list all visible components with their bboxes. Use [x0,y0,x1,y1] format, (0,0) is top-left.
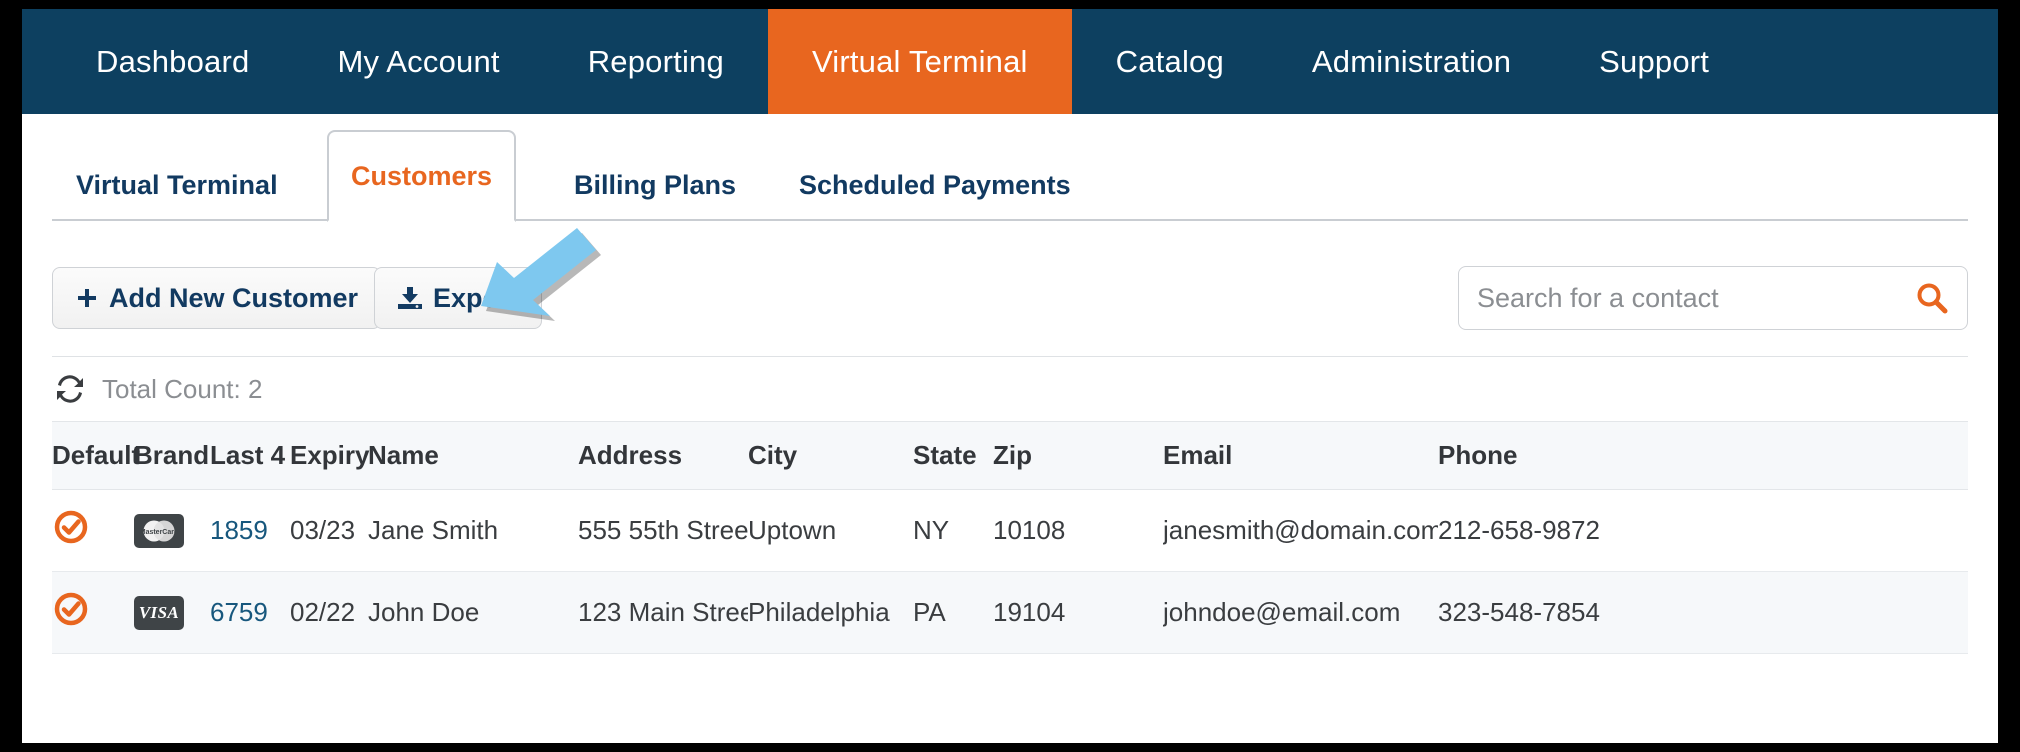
cell-phone: 323-548-7854 [1438,571,1968,654]
sub-tab-bar: Virtual Terminal Customers Billing Plans… [22,114,1998,321]
tab-customers[interactable]: Customers [327,130,517,222]
nav-item-label: Administration [1311,43,1512,79]
cell-city: Uptown [748,489,913,572]
cell-address: 555 55th Street [578,489,748,572]
add-new-customer-button[interactable]: Add New Customer [52,267,382,329]
table-header-row: Default Brand Last 4 Expiry Name Address… [52,421,1968,490]
cell-last4[interactable]: 6759 [210,571,290,654]
nav-item-label: Virtual Terminal [811,43,1028,79]
nav-item-label: My Account [337,43,500,79]
cell-default[interactable] [52,571,134,654]
search-icon[interactable] [1915,281,1949,315]
customers-table: Default Brand Last 4 Expiry Name Address… [52,421,1968,654]
export-button[interactable]: Export [374,267,542,329]
search-input[interactable] [1477,282,1905,314]
cell-city: Philadelphia [748,571,913,654]
table-header: Default Brand Last 4 Expiry Name Address… [52,421,1968,490]
column-header-default[interactable]: Default [52,421,140,490]
cell-address: 123 Main Street [578,571,748,654]
svg-text:MasterCard: MasterCard [140,529,179,536]
tab-scheduled-payments[interactable]: Scheduled Payments [777,149,1093,221]
nav-item-reporting[interactable]: Reporting [544,9,768,114]
column-header-zip[interactable]: Zip [993,421,1163,490]
export-label: Export [433,282,519,313]
customers-toolbar: Add New Customer Export [22,239,1998,357]
nav-item-virtual-terminal[interactable]: Virtual Terminal [767,9,1072,114]
column-header-state[interactable]: State [913,421,993,490]
customers-table-container: Default Brand Last 4 Expiry Name Address… [22,421,1998,654]
table-row[interactable]: VISA 6759 02/22 John Doe 123 Main Street… [52,571,1968,654]
cell-expiry: 03/23 [290,489,368,572]
download-icon [398,287,422,309]
cell-email: janesmith@domain.com [1163,489,1438,572]
column-header-last4[interactable]: Last 4 [210,421,290,490]
nav-item-dashboard[interactable]: Dashboard [52,9,293,114]
visa-label: VISA [138,602,180,622]
toolbar-divider [52,356,1968,357]
nav-item-label: Catalog [1115,43,1224,79]
cell-zip: 19104 [993,571,1163,654]
cell-name: Jane Smith [368,489,578,572]
app-page: Dashboard My Account Reporting Virtual T… [22,9,1998,743]
tab-label: Scheduled Payments [799,169,1071,200]
column-header-brand[interactable]: Brand [134,421,210,490]
screenshot-frame: Dashboard My Account Reporting Virtual T… [0,0,2020,752]
visa-icon: VISA [134,595,184,630]
cell-zip: 10108 [993,489,1163,572]
cell-brand: MasterCard [134,489,210,572]
plus-icon [78,289,96,307]
nav-item-label: Dashboard [96,43,250,79]
check-circle-icon[interactable] [54,592,88,626]
cell-state: PA [913,571,993,654]
add-new-customer-label: Add New Customer [109,282,359,313]
total-count-bar: Total Count: 2 [22,357,1998,421]
nav-item-label: Reporting [587,43,724,79]
mastercard-icon: MasterCard [134,513,184,548]
table-body: MasterCard 1859 03/23 Jane Smith 555 55t… [52,489,1968,654]
nav-item-administration[interactable]: Administration [1268,9,1555,114]
cell-brand: VISA [134,571,210,654]
cell-phone: 212-658-9872 [1438,489,1968,572]
tab-virtual-terminal[interactable]: Virtual Terminal [54,149,300,221]
total-count-label: Total Count: 2 [102,373,263,404]
main-navigation-bar: Dashboard My Account Reporting Virtual T… [22,9,1998,114]
column-header-email[interactable]: Email [1163,421,1438,490]
check-circle-icon[interactable] [54,510,88,544]
tab-label: Customers [351,160,493,191]
column-header-city[interactable]: City [748,421,913,490]
tab-label: Virtual Terminal [76,169,278,200]
nav-item-my-account[interactable]: My Account [293,9,543,114]
nav-item-support[interactable]: Support [1555,9,1753,114]
table-row[interactable]: MasterCard 1859 03/23 Jane Smith 555 55t… [52,489,1968,572]
column-header-address[interactable]: Address [578,421,748,490]
nav-item-catalog[interactable]: Catalog [1072,9,1268,114]
column-header-phone[interactable]: Phone [1438,421,1968,490]
cell-default[interactable] [52,489,134,572]
cell-state: NY [913,489,993,572]
column-header-name[interactable]: Name [368,421,578,490]
column-header-expiry[interactable]: Expiry [290,421,370,490]
refresh-icon[interactable] [52,371,88,407]
cell-last4[interactable]: 1859 [210,489,290,572]
nav-item-label: Support [1599,43,1710,79]
tab-billing-plans[interactable]: Billing Plans [552,149,758,221]
search-box[interactable] [1458,266,1968,330]
cell-expiry: 02/22 [290,571,368,654]
cell-name: John Doe [368,571,578,654]
tab-label: Billing Plans [574,169,737,200]
cell-email: johndoe@email.com [1163,571,1438,654]
